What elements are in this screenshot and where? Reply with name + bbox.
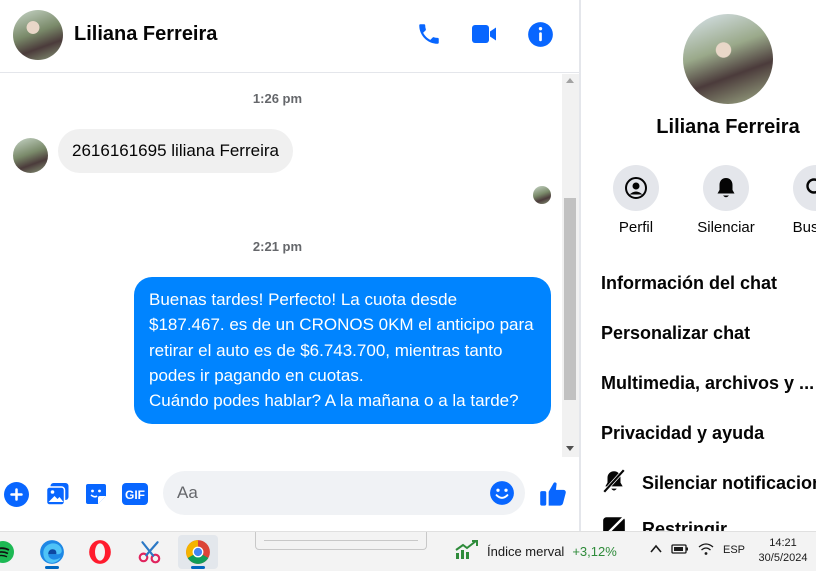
stock-widget-value: +3,12% (572, 544, 617, 559)
customize-chat-menu-item[interactable]: Personalizar chat (601, 323, 750, 344)
mute-action[interactable]: Silenciar (686, 165, 766, 236)
search-action[interactable]: Buscar (776, 165, 816, 236)
message-input-box[interactable] (163, 471, 525, 515)
scroll-up-arrow[interactable] (566, 78, 574, 83)
search-icon[interactable] (793, 165, 816, 211)
gif-icon[interactable]: GIF (122, 481, 148, 507)
profile-action[interactable]: Perfil (596, 165, 676, 236)
message-timestamp: 2:21 pm (252, 239, 303, 254)
snipping-tool-icon[interactable] (130, 535, 170, 569)
system-clock[interactable]: 14:21 30/5/2024 (755, 536, 811, 566)
seen-indicator-avatar (533, 186, 551, 204)
media-files-menu-item[interactable]: Multimedia, archivos y ... (601, 373, 814, 394)
spotify-icon[interactable] (0, 535, 23, 569)
stock-widget[interactable]: Índice merval +3,12% (455, 540, 617, 563)
edge-running-indicator (45, 566, 59, 569)
search-action-label: Buscar (792, 219, 816, 236)
chat-info-menu-item[interactable]: Información del chat (601, 273, 777, 294)
battery-icon[interactable] (671, 542, 689, 559)
restrict-menu-item[interactable]: Restringir (601, 514, 727, 531)
chrome-icon[interactable] (178, 535, 218, 569)
plus-icon[interactable] (3, 481, 29, 507)
chevron-up-icon[interactable] (649, 542, 663, 559)
mute-action-label: Silenciar (697, 219, 755, 236)
scroll-down-arrow[interactable] (566, 446, 574, 451)
bell-icon[interactable] (703, 165, 749, 211)
gif-label: GIF (125, 488, 145, 502)
sticker-icon[interactable] (83, 481, 109, 507)
edge-icon[interactable] (32, 535, 72, 569)
input-language[interactable]: ESP (723, 544, 745, 556)
contact-avatar[interactable] (13, 10, 63, 60)
image-icon[interactable] (44, 481, 70, 507)
profile-avatar[interactable] (683, 14, 773, 104)
privacy-help-menu-item[interactable]: Privacidad y ayuda (601, 423, 764, 444)
profile-icon[interactable] (613, 165, 659, 211)
emoji-icon[interactable] (489, 480, 515, 506)
info-icon[interactable] (526, 20, 554, 48)
sender-avatar[interactable] (13, 138, 48, 173)
window-thumbnail-edge (255, 532, 427, 550)
opera-icon[interactable] (80, 535, 120, 569)
phone-icon[interactable] (415, 20, 443, 48)
restrict-label: Restringir (642, 519, 728, 531)
composer: GIF (0, 457, 579, 531)
chat-pane: Liliana Ferreira 1:26 pm 2616161695 lili… (0, 0, 579, 531)
restrict-icon (601, 514, 627, 531)
profile-name: Liliana Ferreira (656, 116, 800, 138)
wifi-icon[interactable] (698, 542, 714, 559)
profile-action-label: Perfil (618, 219, 654, 236)
clock-date: 30/5/2024 (758, 552, 808, 564)
video-camera-icon[interactable] (470, 20, 498, 48)
chat-info-panel: Liliana Ferreira Perfil Silenciar Buscar… (581, 0, 816, 531)
chat-header: Liliana Ferreira (0, 0, 579, 73)
thumbs-up-icon[interactable] (538, 478, 568, 508)
mute-notifications-label: Silenciar notificaciones (642, 473, 816, 493)
scrollbar-thumb[interactable] (564, 198, 576, 400)
clock-time: 14:21 (769, 537, 797, 549)
windows-taskbar: Índice merval +3,12% ESP 14:21 30/5/2024 (0, 531, 816, 571)
message-timestamp: 1:26 pm (252, 91, 303, 106)
incoming-message[interactable]: 2616161695 liliana Ferreira (58, 129, 293, 173)
chrome-running-indicator (191, 566, 205, 569)
message-list[interactable]: 1:26 pm 2616161695 liliana Ferreira 2:21… (0, 74, 562, 457)
stock-widget-label: Índice merval (487, 544, 565, 559)
bell-off-icon (601, 468, 627, 499)
contact-name[interactable]: Liliana Ferreira (74, 23, 217, 46)
chart-up-icon (455, 540, 479, 563)
message-input[interactable] (177, 471, 477, 515)
message-scrollbar[interactable] (562, 74, 579, 457)
outgoing-message[interactable]: Buenas tardes! Perfecto! La cuota desde … (134, 277, 551, 425)
mute-notifications-menu-item[interactable]: Silenciar notificaciones (601, 468, 816, 499)
